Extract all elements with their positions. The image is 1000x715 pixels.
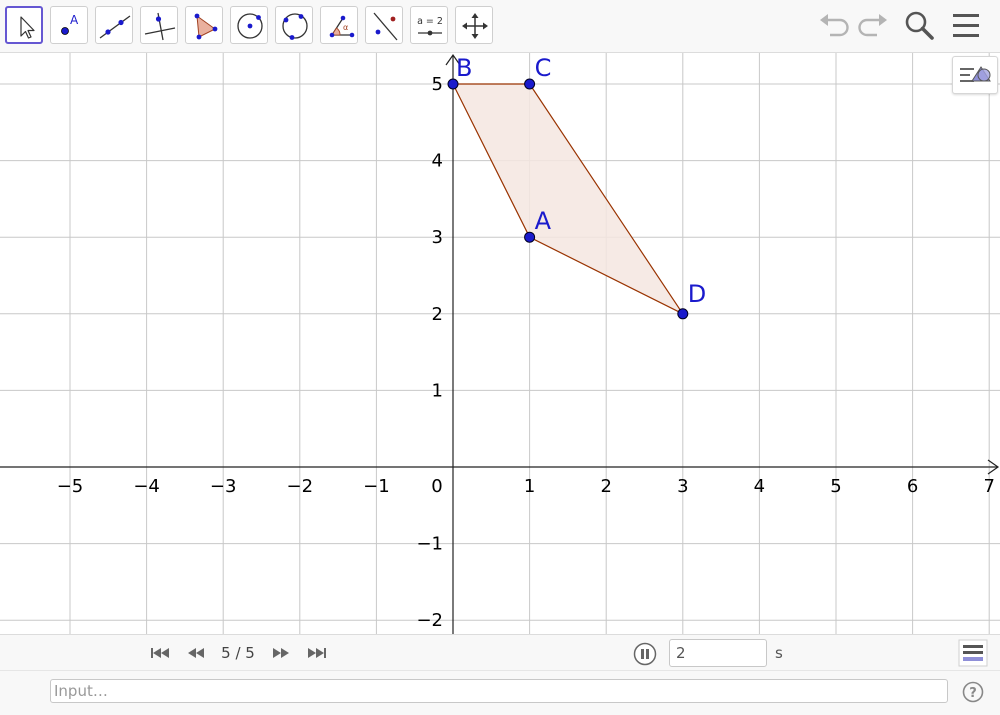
graphics-view[interactable]: −5 −4 −3 −2 −1 0 1 2 3 4 5 6 7 1 2 3 4 5 −1 −2 A B C D — [0, 53, 1000, 634]
step-counter: 5 / 5 — [221, 644, 255, 662]
angle-tool-button[interactable]: α — [320, 6, 358, 44]
slider-icon-label: a = 2 — [417, 16, 443, 27]
line-icon — [99, 15, 131, 39]
skip-to-end-icon — [308, 648, 326, 658]
x-tick-label: 1 — [524, 476, 535, 497]
last-step-button[interactable] — [305, 643, 329, 663]
y-tick-label: 5 — [432, 74, 443, 95]
circle-center-tool-button[interactable] — [230, 6, 268, 44]
algebra-view-toggle-button[interactable] — [958, 639, 988, 667]
y-tick-label: 4 — [432, 151, 443, 172]
undo-icon — [820, 14, 849, 37]
help-icon: ? — [962, 681, 984, 703]
pause-button[interactable] — [633, 642, 657, 666]
slider-tool-button[interactable]: a = 2 — [410, 6, 448, 44]
undo-button[interactable] — [816, 6, 854, 44]
play-speed-input[interactable] — [669, 639, 767, 667]
construction-protocol-navigation-bar: 5 / 5 s — [0, 634, 1000, 671]
circle-3-points-tool-button[interactable] — [275, 6, 313, 44]
menu-icon — [953, 14, 979, 37]
style-bar-icon — [960, 66, 991, 82]
line-tool-button[interactable] — [95, 6, 133, 44]
point-tool-button[interactable]: A — [50, 6, 88, 44]
y-tick-label: 3 — [432, 227, 443, 248]
x-tick-label: 0 — [431, 476, 442, 497]
y-tick-label: −1 — [416, 534, 443, 555]
redo-icon — [858, 14, 887, 37]
algebra-view-icon — [958, 639, 988, 667]
circle-with-center-icon — [237, 13, 263, 39]
x-tick-label: 4 — [754, 476, 765, 497]
point-icon: A — [61, 13, 79, 35]
coordinate-plane[interactable]: −5 −4 −3 −2 −1 0 1 2 3 4 5 6 7 1 2 3 4 5 −1 −2 A B C D — [0, 53, 1000, 634]
reflect-about-line-icon — [373, 12, 398, 41]
x-tick-label: −3 — [210, 476, 237, 497]
x-tick-label: 6 — [907, 476, 918, 497]
search-icon — [905, 11, 934, 40]
perpendicular-line-tool-button[interactable] — [140, 6, 178, 44]
toolbar: A α a = 2 — [0, 0, 1000, 53]
y-tick-label: 1 — [432, 380, 443, 401]
fast-forward-icon — [273, 648, 289, 658]
input-help-button[interactable]: ? — [962, 681, 984, 703]
move-arrows-icon — [462, 13, 488, 39]
x-tick-label: 3 — [677, 476, 688, 497]
circle-through-points-icon — [282, 13, 308, 40]
angle-icon: α — [329, 15, 355, 38]
point-label-d: D — [688, 280, 706, 308]
x-tick-label: 2 — [600, 476, 611, 497]
x-tick-label: 5 — [830, 476, 841, 497]
reflect-tool-button[interactable] — [365, 6, 403, 44]
input-bar: ? — [0, 670, 1000, 715]
svg-text:?: ? — [969, 686, 977, 701]
move-graphics-view-button[interactable] — [455, 6, 493, 44]
next-step-button[interactable] — [269, 643, 293, 663]
x-tick-label: −4 — [133, 476, 160, 497]
angle-icon-label: α — [343, 23, 348, 32]
pause-icon — [633, 642, 657, 666]
point-label-b: B — [456, 54, 472, 82]
slider-icon: a = 2 — [417, 16, 443, 36]
point-a[interactable] — [524, 231, 536, 243]
main-menu-button[interactable] — [947, 6, 985, 44]
point-label-a: A — [535, 207, 552, 235]
point-label-c: C — [535, 54, 552, 82]
algebra-input-field[interactable] — [50, 679, 948, 703]
point-c[interactable] — [524, 78, 536, 90]
search-button[interactable] — [900, 6, 938, 44]
polygon-tool-button[interactable] — [185, 6, 223, 44]
perpendicular-line-icon — [144, 12, 176, 41]
x-tick-label: −1 — [363, 476, 390, 497]
rewind-icon — [188, 648, 204, 658]
y-tick-label: 2 — [432, 304, 443, 325]
y-tick-label: −2 — [416, 610, 443, 631]
skip-to-start-icon — [151, 648, 169, 658]
style-bar-toggle-button[interactable] — [952, 56, 998, 94]
redo-button[interactable] — [853, 6, 891, 44]
polygon-bcda[interactable] — [452, 83, 685, 316]
point-d[interactable] — [677, 308, 689, 320]
first-step-button[interactable] — [148, 643, 172, 663]
polygon-icon — [194, 13, 218, 40]
x-tick-label: 7 — [983, 476, 994, 497]
x-tick-label: −2 — [287, 476, 314, 497]
move-tool-button[interactable] — [5, 6, 43, 44]
x-tick-label: −5 — [57, 476, 84, 497]
previous-step-button[interactable] — [184, 643, 208, 663]
point-icon-label: A — [70, 13, 79, 27]
cursor-arrow-icon — [20, 16, 35, 39]
play-speed-unit: s — [775, 644, 783, 662]
